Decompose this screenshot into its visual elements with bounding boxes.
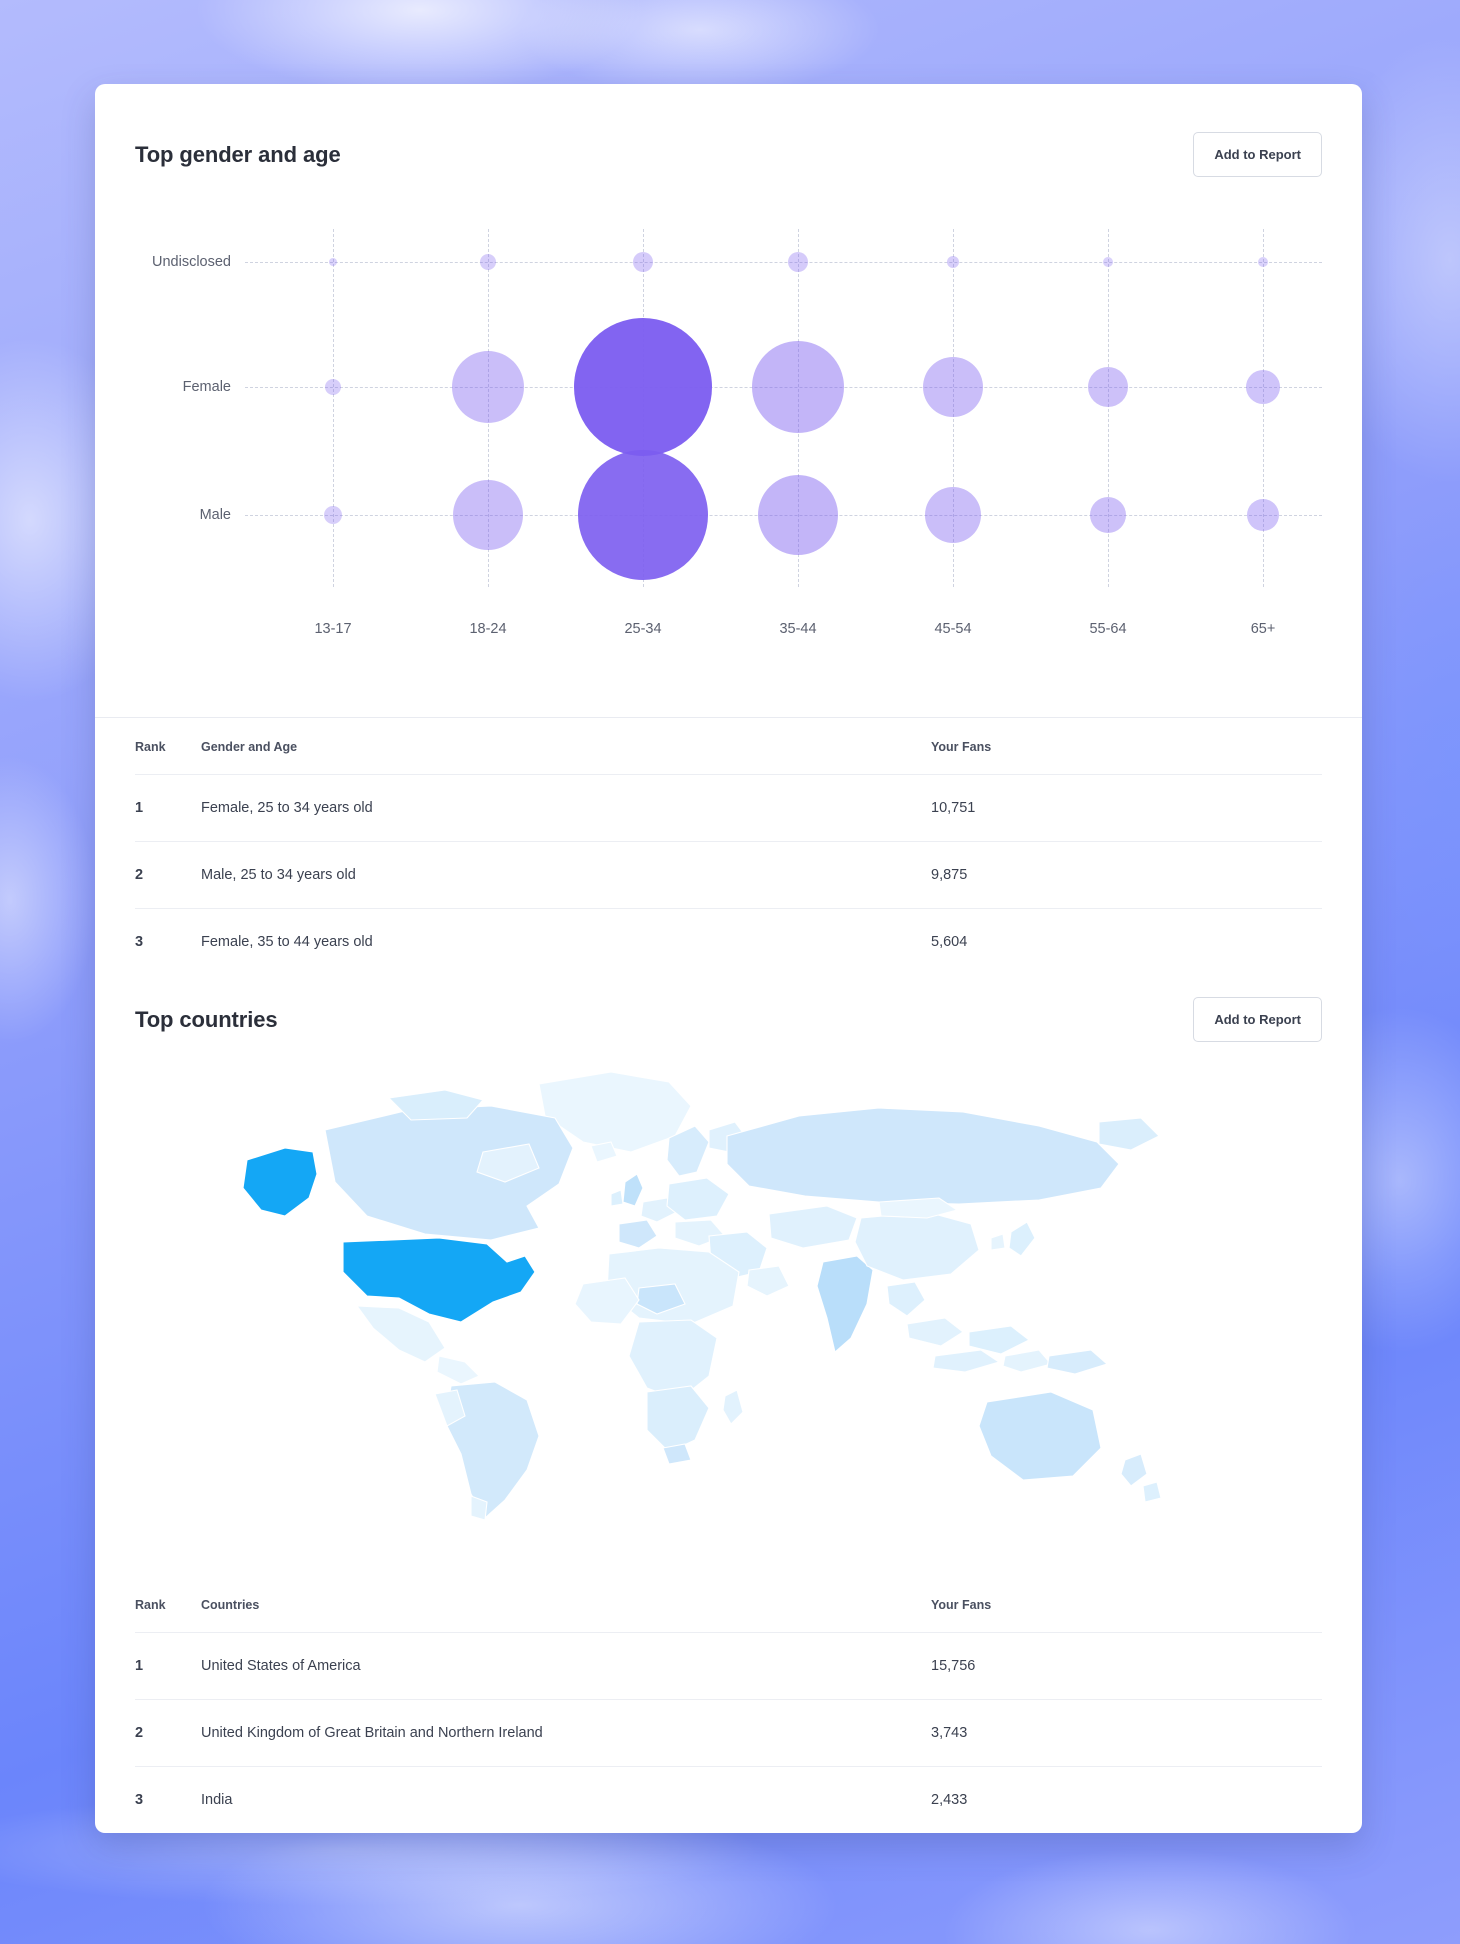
- cell-fans: 3,743: [931, 1699, 1322, 1767]
- chart-x-axis-label: 25-34: [624, 621, 662, 637]
- countries-section-header: Top countries Add to Report: [95, 975, 1362, 1042]
- column-header-your-fans: Your Fans: [931, 1576, 1322, 1633]
- cell-fans: 10,751: [931, 774, 1322, 842]
- chart-y-axis-label: Female: [182, 379, 231, 395]
- chart-bubble[interactable]: [452, 351, 524, 423]
- chart-bubble[interactable]: [633, 252, 653, 272]
- map-countries-base: [241, 1071, 1162, 1521]
- chart-bubble[interactable]: [1246, 370, 1280, 404]
- chart-gridline-vertical: [1263, 229, 1264, 587]
- gender-table-container: Rank Gender and Age Your Fans 1 Female, 2…: [95, 718, 1362, 975]
- countries-table: Rank Countries Your Fans 1 United States …: [135, 1576, 1322, 1833]
- chart-bubble[interactable]: [947, 256, 959, 268]
- cell-label: Male, 25 to 34 years old: [201, 841, 931, 909]
- chart-y-axis-label: Undisclosed: [152, 254, 231, 270]
- chart-x-axis-label: 45-54: [934, 621, 972, 637]
- chart-bubble[interactable]: [574, 318, 712, 456]
- add-to-report-button-gender[interactable]: Add to Report: [1193, 132, 1322, 177]
- chart-bubble[interactable]: [758, 475, 838, 555]
- cell-label: United States of America: [201, 1632, 931, 1700]
- gender-table-body: 1 Female, 25 to 34 years old 10,751 2 Male, …: [135, 774, 1322, 976]
- table-row: 2 United Kingdom of Great Britain and Nor…: [135, 1699, 1322, 1767]
- chart-bubble[interactable]: [325, 379, 341, 395]
- table-row: 2 Male, 25 to 34 years old 9,875: [135, 841, 1322, 909]
- chart-x-axis-label: 18-24: [469, 621, 507, 637]
- add-to-report-button-countries[interactable]: Add to Report: [1193, 997, 1322, 1042]
- chart-bubble[interactable]: [923, 357, 983, 417]
- gender-age-table: Rank Gender and Age Your Fans 1 Female, 2…: [135, 718, 1322, 975]
- chart-bubble[interactable]: [329, 258, 337, 266]
- chart-bubble[interactable]: [480, 254, 496, 270]
- cell-rank: 1: [135, 1632, 201, 1700]
- chart-bubble[interactable]: [324, 506, 342, 524]
- chart-x-axis-label: 55-64: [1089, 621, 1127, 637]
- chart-x-axis-label: 13-17: [314, 621, 352, 637]
- chart-x-axis-label: 65+: [1250, 621, 1276, 637]
- gender-age-bubble-chart: Undisclosed Female Male 13-17 18-24 25-34 35-4…: [135, 195, 1322, 665]
- chart-bubble[interactable]: [752, 341, 844, 433]
- column-header-rank: Rank: [135, 1576, 201, 1633]
- world-map-svg: [241, 1071, 1162, 1521]
- chart-bubble[interactable]: [1258, 257, 1268, 267]
- gender-section-title: Top gender and age: [135, 141, 341, 167]
- chart-y-axis-label: Male: [199, 507, 231, 523]
- chart-gridline-vertical: [1108, 229, 1109, 587]
- chart-gridline-horizontal: [245, 262, 1322, 263]
- table-header-row: Rank Countries Your Fans: [135, 1576, 1322, 1633]
- chart-bubble[interactable]: [925, 487, 981, 543]
- countries-table-body: 1 United States of America 15,756 2 United K…: [135, 1632, 1322, 1834]
- cell-rank: 1: [135, 774, 201, 842]
- table-row: 1 United States of America 15,756: [135, 1632, 1322, 1700]
- countries-section-title: Top countries: [135, 1006, 278, 1032]
- chart-bubble[interactable]: [1247, 499, 1279, 531]
- table-row: 3 India 2,433: [135, 1767, 1322, 1834]
- map-country-united-states[interactable]: [241, 1147, 318, 1217]
- chart-bubble[interactable]: [453, 480, 523, 550]
- world-map[interactable]: [95, 1056, 1362, 1576]
- chart-gridline-vertical: [333, 229, 334, 587]
- countries-table-container: Rank Countries Your Fans 1 United States …: [95, 1576, 1362, 1833]
- cell-rank: 3: [135, 1792, 144, 1808]
- table-row: 1 Female, 25 to 34 years old 10,751: [135, 774, 1322, 842]
- cell-label: United Kingdom of Great Britain and Nort…: [201, 1699, 931, 1767]
- table-row: 3 Female, 35 to 44 years old 5,604: [135, 909, 1322, 976]
- cell-rank: 2: [135, 1699, 201, 1767]
- bubble-chart-plot-area: Undisclosed Female Male 13-17 18-24 25-34 35-4…: [135, 195, 1322, 665]
- chart-bubble[interactable]: [788, 252, 808, 272]
- analytics-card: Top gender and age Add to Report Undiscl…: [95, 84, 1362, 1833]
- cell-label: Female, 25 to 34 years old: [201, 774, 931, 842]
- cell-label: Female, 35 to 44 years old: [201, 934, 373, 950]
- gender-section-header: Top gender and age Add to Report: [95, 84, 1362, 177]
- chart-bubble[interactable]: [1090, 497, 1126, 533]
- column-header-gender-age: Gender and Age: [201, 718, 931, 775]
- cell-fans: 15,756: [931, 1632, 1322, 1700]
- column-header-your-fans: Your Fans: [931, 718, 1322, 775]
- cell-rank: 2: [135, 841, 201, 909]
- cell-label: India: [201, 1792, 233, 1808]
- column-header-rank: Rank: [135, 718, 201, 775]
- chart-bubble[interactable]: [1088, 367, 1128, 407]
- cell-rank: 3: [135, 934, 144, 950]
- table-header-row: Rank Gender and Age Your Fans: [135, 718, 1322, 775]
- cell-fans: 9,875: [931, 841, 1322, 909]
- cell-fans: 2,433: [931, 1792, 968, 1808]
- cell-fans: 5,604: [931, 934, 968, 950]
- chart-x-axis-label: 35-44: [779, 621, 817, 637]
- chart-bubble[interactable]: [578, 450, 708, 580]
- chart-bubble[interactable]: [1103, 257, 1113, 267]
- column-header-countries: Countries: [201, 1576, 931, 1633]
